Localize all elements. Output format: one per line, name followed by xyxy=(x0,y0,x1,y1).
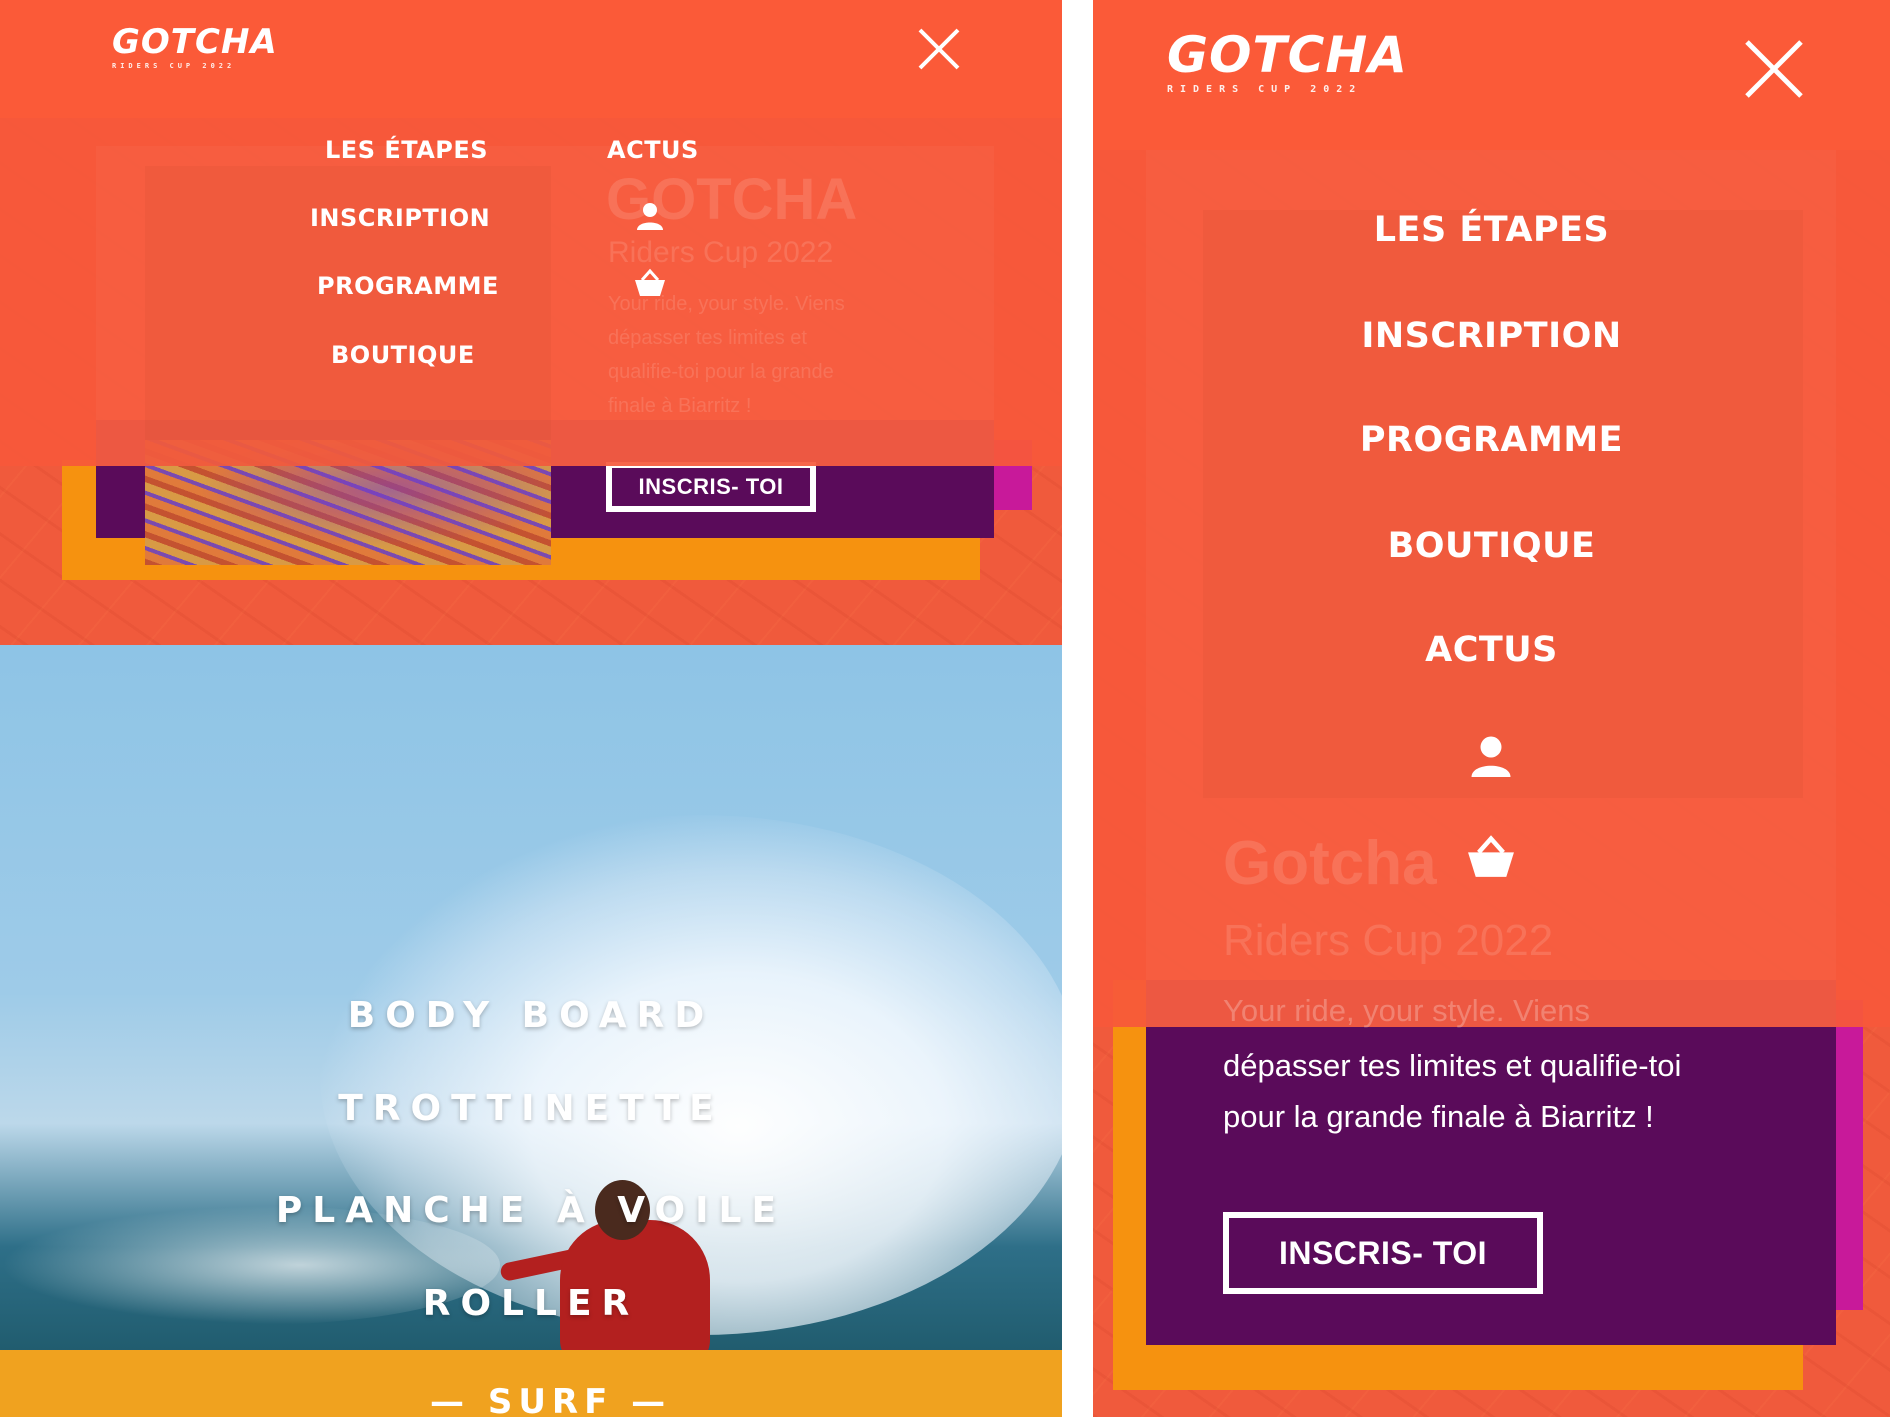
menu-item-les-etapes[interactable]: LES ÉTAPES xyxy=(1093,210,1890,250)
sport-body-board[interactable]: BODY BOARD xyxy=(0,995,1062,1036)
basket-icon xyxy=(635,268,665,296)
sports-photo-section: BODY BOARD TROTTINETTE PLANCHE À VOILE R… xyxy=(0,645,1062,1417)
logo-subtitle: RIDERS CUP 2022 xyxy=(1167,84,1363,95)
menu-item-programme[interactable]: PROGRAMME xyxy=(1093,420,1890,460)
mobile-screen-right: dépasser tes limites et qualifie-toi pou… xyxy=(1093,0,1890,1417)
close-icon xyxy=(918,28,960,70)
ghost-subtitle: Riders Cup 2022 xyxy=(1223,916,1554,965)
menu-item-actus[interactable]: ACTUS xyxy=(607,136,699,164)
basket-icon xyxy=(1468,835,1514,877)
account-button[interactable] xyxy=(1467,732,1515,780)
close-menu-button[interactable] xyxy=(916,26,962,72)
ghost-subtitle: Riders Cup 2022 xyxy=(608,236,834,269)
menu-item-boutique[interactable]: BOUTIQUE xyxy=(331,341,475,369)
nav-menu-overlay: GOTCHA Riders Cup 2022 Your ride, your s… xyxy=(0,118,1062,466)
close-icon xyxy=(1745,40,1803,98)
ghost-desc-line-3: qualifie-toi pour la grande xyxy=(608,361,834,383)
ghost-desc-line-1: Your ride, your style. Viens xyxy=(1223,993,1591,1028)
ghost-desc-line-2: dépasser tes limites et xyxy=(608,327,807,349)
faded-artwork xyxy=(1203,210,1803,798)
logo[interactable]: GOTCHA RIDERS CUP 2022 xyxy=(1167,26,1408,95)
sport-roller[interactable]: ROLLER xyxy=(0,1283,1062,1324)
header: GOTCHA RIDERS CUP 2022 xyxy=(1093,0,1890,150)
menu-item-actus[interactable]: ACTUS xyxy=(1093,630,1890,670)
menu-item-les-etapes[interactable]: LES ÉTAPES xyxy=(325,136,488,164)
sport-planche-a-voile[interactable]: PLANCHE À VOILE xyxy=(0,1190,1062,1231)
menu-item-inscription[interactable]: INSCRIPTION xyxy=(310,204,490,232)
account-button[interactable] xyxy=(634,200,666,232)
logo-text: GOTCHA xyxy=(1167,26,1408,84)
basket-button[interactable] xyxy=(633,268,667,298)
hero-desc-line-2: dépasser tes limites et qualifie-toi xyxy=(1223,1048,1682,1083)
menu-item-boutique[interactable]: BOUTIQUE xyxy=(1093,526,1890,566)
header: GOTCHA RIDERS CUP 2022 xyxy=(0,0,1062,118)
close-menu-button[interactable] xyxy=(1743,38,1805,100)
nav-menu-overlay: Gotcha Riders Cup 2022 Your ride, your s… xyxy=(1093,150,1890,1028)
menu-item-programme[interactable]: PROGRAMME xyxy=(317,272,499,300)
logo-subtitle: RIDERS CUP 2022 xyxy=(112,62,236,70)
logo-text: GOTCHA xyxy=(112,22,278,62)
menu-item-inscription[interactable]: INSCRIPTION xyxy=(1093,316,1890,356)
hero-desc-line-3: pour la grande finale à Biarritz ! xyxy=(1223,1099,1654,1134)
ghost-title: Gotcha xyxy=(1223,829,1437,898)
signup-button[interactable]: INSCRIS- TOI xyxy=(1223,1212,1543,1294)
signup-button[interactable]: INSCRIS- TOI xyxy=(606,462,816,512)
user-icon xyxy=(1471,736,1511,777)
sport-trottinette[interactable]: TROTTINETTE xyxy=(0,1088,1062,1129)
ghost-desc-line-4: finale à Biarritz ! xyxy=(608,395,752,417)
user-icon xyxy=(637,203,663,230)
basket-button[interactable] xyxy=(1465,834,1517,880)
mobile-screen-left: INSCRIS- TOI GOTCHA RIDERS CUP 2022 GOTC… xyxy=(0,0,1062,1417)
surf-heading[interactable]: — SURF — xyxy=(430,1382,671,1417)
logo[interactable]: GOTCHA RIDERS CUP 2022 xyxy=(112,22,278,70)
